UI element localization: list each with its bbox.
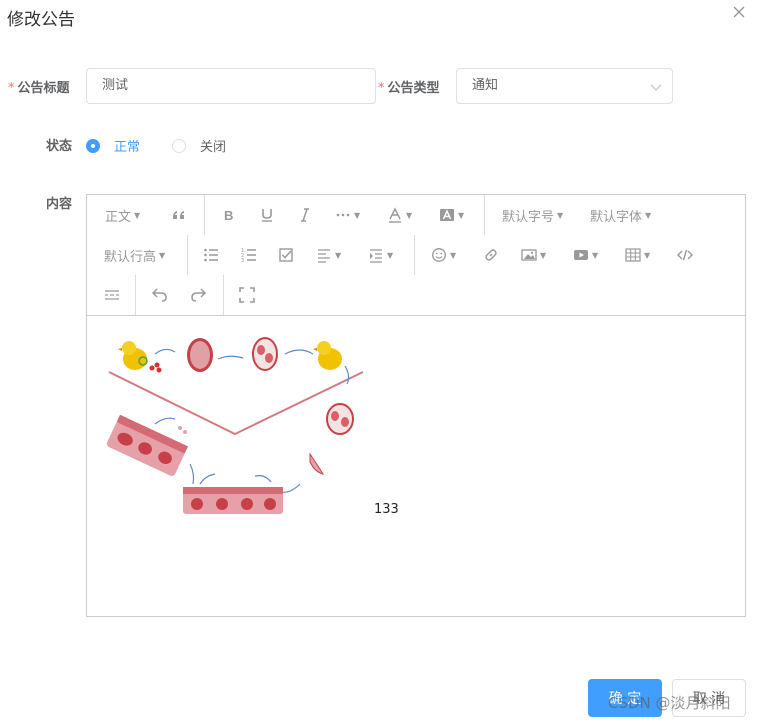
bg-color-icon[interactable]: ▼	[439, 204, 464, 226]
confirm-button[interactable]: 确 定	[588, 679, 662, 717]
toolbar-separator	[135, 275, 136, 315]
close-icon[interactable]	[731, 4, 747, 20]
fullscreen-icon[interactable]	[239, 284, 255, 306]
toolbar-separator	[204, 195, 205, 235]
content-label: 内容	[46, 197, 73, 212]
code-icon[interactable]	[677, 244, 693, 266]
type-label: * 公告类型	[378, 81, 440, 96]
paragraph-dropdown[interactable]: 正文 ▼	[105, 204, 140, 226]
more-icon[interactable]: ▼	[335, 204, 360, 226]
indent-icon[interactable]: ▼	[368, 244, 393, 266]
chevron-down-icon	[650, 84, 662, 91]
line-height-label: 默认行高	[104, 249, 157, 265]
chick-left-image	[118, 341, 162, 373]
table-icon[interactable]: ▼	[625, 244, 650, 266]
svg-text:3: 3	[241, 258, 244, 263]
bullet-list-icon[interactable]	[203, 244, 219, 266]
todo-icon[interactable]	[278, 244, 294, 266]
radio-dot	[172, 138, 186, 153]
font-size-dropdown[interactable]: 默认字号 ▼	[502, 204, 563, 226]
align-icon[interactable]: ▼	[316, 244, 341, 266]
radio-dot	[86, 138, 100, 153]
undo-icon[interactable]	[152, 284, 168, 306]
font-family-label: 默认字体	[590, 209, 643, 225]
title-input[interactable]: 测试	[86, 68, 376, 104]
editor-toolbar: 正文 ▼ B ▼ ▼ ▼ 默认字号 ▼ 默认字体 ▼ 默认行高 ▼ 123 ▼ ▼ ▼ …	[87, 195, 745, 316]
divider-icon[interactable]	[104, 284, 120, 306]
editor-content[interactable]: 133	[87, 316, 745, 616]
video-icon[interactable]: ▼	[573, 244, 598, 266]
status-radio-closed[interactable]: 关闭	[172, 136, 226, 155]
radio-label-closed: 关闭	[200, 140, 227, 155]
type-select-value: 通知	[472, 78, 499, 93]
underline-icon[interactable]	[259, 204, 275, 226]
toolbar-separator	[187, 235, 188, 275]
redo-icon[interactable]	[190, 284, 206, 306]
radio-label-normal: 正常	[114, 140, 141, 155]
font-size-label: 默认字号	[502, 209, 555, 225]
rich-text-editor[interactable]: 正文 ▼ B ▼ ▼ ▼ 默认字号 ▼ 默认字体 ▼ 默认行高 ▼ 123 ▼ ▼ ▼ …	[86, 194, 746, 617]
bold-icon[interactable]: B	[221, 204, 237, 226]
dialog-title: 修改公告	[7, 10, 75, 30]
line-height-dropdown[interactable]: 默认行高 ▼	[104, 244, 165, 266]
font-family-dropdown[interactable]: 默认字体 ▼	[590, 204, 651, 226]
toolbar-separator	[414, 235, 415, 275]
svg-text:B: B	[224, 208, 233, 223]
toolbar-separator	[484, 195, 485, 235]
font-color-icon[interactable]: ▼	[387, 204, 412, 226]
numbered-list-icon[interactable]: 123	[241, 244, 257, 266]
cancel-button[interactable]: 取 消	[672, 679, 746, 717]
status-radio-normal[interactable]: 正常	[86, 136, 140, 155]
lifecycle-diagram-image	[106, 337, 364, 514]
type-select[interactable]: 通知	[456, 68, 673, 104]
toolbar-separator	[223, 275, 224, 315]
quote-icon[interactable]	[171, 204, 187, 226]
status-label: 状态	[46, 139, 73, 154]
emotion-icon[interactable]: ▼	[431, 244, 456, 266]
paragraph-label: 正文	[105, 209, 132, 225]
italic-icon[interactable]	[297, 204, 313, 226]
link-icon[interactable]	[483, 244, 499, 266]
image-icon[interactable]: ▼	[521, 244, 546, 266]
title-label: * 公告标题	[8, 81, 70, 96]
content-text: 133	[374, 502, 399, 517]
